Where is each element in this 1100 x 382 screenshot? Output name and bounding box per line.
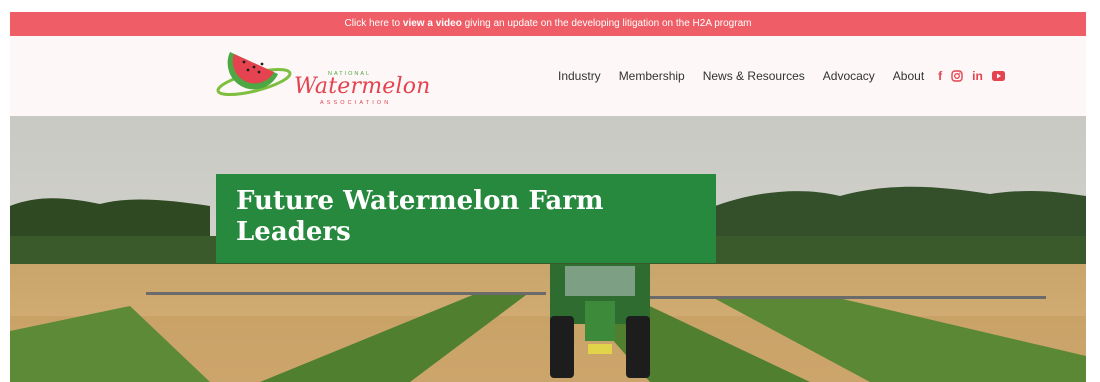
nav-item-industry[interactable]: Industry [558, 69, 601, 83]
hero-title-box: Future Watermelon Farm Leaders [216, 174, 716, 263]
page-frame: Click here to view a video giving an upd… [10, 12, 1086, 382]
site-logo[interactable]: NATIONAL Watermelon ASSOCIATION [216, 46, 430, 106]
logo-association-text: ASSOCIATION [320, 100, 392, 106]
announcement-suffix: giving an update on the developing litig… [464, 18, 752, 29]
nav-item-about[interactable]: About [893, 69, 924, 83]
main-nav: Industry Membership News & Resources Adv… [558, 67, 1005, 85]
social-links: f in [938, 69, 1005, 83]
linkedin-icon[interactable]: in [972, 69, 983, 83]
hero-banner: Future Watermelon Farm Leaders [10, 116, 1086, 382]
youtube-icon[interactable] [991, 71, 1005, 81]
instagram-icon[interactable] [951, 70, 963, 82]
nav-item-membership[interactable]: Membership [619, 69, 685, 83]
site-header: NATIONAL Watermelon ASSOCIATION Industry… [10, 36, 1086, 116]
hero-title: Future Watermelon Farm Leaders [236, 186, 604, 247]
nav-item-news-resources[interactable]: News & Resources [703, 69, 805, 83]
announcement-bar[interactable]: Click here to view a video giving an upd… [10, 12, 1086, 36]
facebook-icon[interactable]: f [938, 69, 942, 83]
nav-item-advocacy[interactable]: Advocacy [823, 69, 875, 83]
announcement-video-link[interactable]: view a video [403, 18, 462, 29]
logo-wordmark: Watermelon [294, 74, 431, 99]
announcement-link[interactable]: Click here to view a video giving an upd… [345, 18, 752, 29]
announcement-prefix: Click here to [344, 18, 401, 29]
